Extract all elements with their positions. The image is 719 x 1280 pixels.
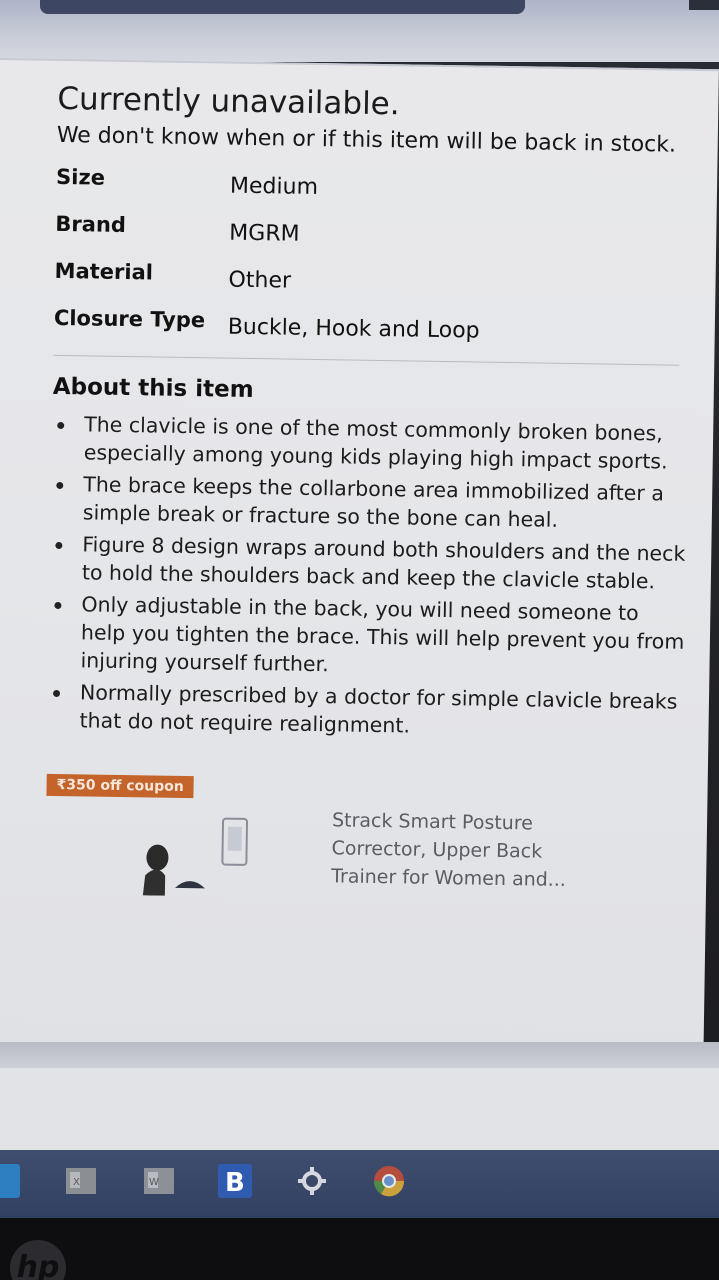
spec-key: Closure Type <box>53 305 206 333</box>
product-page: Currently unavailable. We don't know whe… <box>0 58 719 1070</box>
feature-bullet: Only adjustable in the back, you will ne… <box>48 590 689 684</box>
settings-icon[interactable] <box>295 1164 329 1198</box>
coupon-badge: ₹350 off coupon <box>46 773 194 799</box>
feature-bullet: The brace keeps the collarbone area immo… <box>51 470 692 536</box>
product-image[interactable] <box>135 815 266 897</box>
spec-row-closure-type: Closure Type Buckle, Hook and Loop <box>53 306 694 363</box>
feature-bullet: Figure 8 design wraps around both should… <box>50 530 691 596</box>
feature-bullet: Normally prescribed by a doctor for simp… <box>47 678 688 744</box>
svg-text:X: X <box>73 1177 80 1188</box>
browser-bottom-edge <box>0 1042 719 1070</box>
brace-shape <box>174 881 205 889</box>
spec-key: Brand <box>55 211 127 237</box>
page-footer <box>0 1068 719 1158</box>
chrome-icon[interactable] <box>372 1164 406 1198</box>
photo-of-screen: Currently unavailable. We don't know whe… <box>0 0 719 1280</box>
sponsored-product-title[interactable]: Strack Smart Posture Corrector, Upper Ba… <box>331 806 602 894</box>
start-button[interactable] <box>0 1164 20 1198</box>
browser-tab-bar <box>40 0 525 14</box>
excel-icon[interactable]: X <box>64 1164 98 1198</box>
sponsored-product-card[interactable]: ₹350 off coupon Strack Smart Posture Cor… <box>45 773 647 913</box>
taskbar: X W B <box>0 1150 719 1218</box>
spec-value: Other <box>228 267 292 294</box>
spec-key: Size <box>55 164 106 190</box>
product-details: Currently unavailable. We don't know whe… <box>45 79 698 914</box>
person-icon <box>142 844 169 896</box>
spec-key: Material <box>54 258 154 285</box>
about-heading: About this item <box>52 373 254 404</box>
browser-top-strip <box>0 0 719 62</box>
b-app-icon[interactable]: B <box>218 1164 252 1198</box>
spec-value: MGRM <box>229 220 300 247</box>
svg-text:W: W <box>149 1177 159 1188</box>
word-icon[interactable]: W <box>142 1164 176 1198</box>
spec-table: Size Medium Brand MGRM Material Other Cl… <box>53 165 696 363</box>
browser-corner <box>689 0 719 10</box>
feature-bullet: The clavicle is one of the most commonly… <box>52 410 693 476</box>
spec-value: Medium <box>229 173 319 201</box>
phone-icon <box>221 817 249 866</box>
laptop-bezel <box>0 1218 719 1280</box>
feature-bullets: The clavicle is one of the most commonly… <box>47 410 692 744</box>
spec-value: Buckle, Hook and Loop <box>227 314 480 344</box>
svg-text:B: B <box>225 1168 245 1198</box>
